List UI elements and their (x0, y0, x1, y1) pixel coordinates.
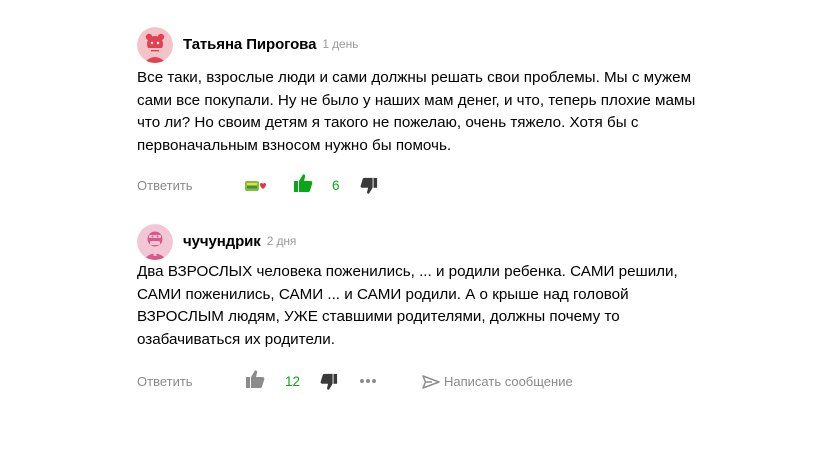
thumbs-down-icon[interactable] (358, 175, 380, 197)
reply-button[interactable]: Ответить (137, 374, 193, 389)
comment-text-line: озабачиваться их родители. (137, 330, 335, 348)
author-name[interactable]: Татьяна Пирогова 1 день (183, 36, 358, 53)
send-icon (422, 374, 440, 389)
comment-header: Татьяна Пирогова 1 день (137, 27, 697, 67)
comment-text-line: сами все покупали. Ну не было у наших ма… (137, 91, 696, 109)
author-name-text[interactable]: Татьяна Пирогова (183, 36, 316, 53)
author-name[interactable]: чучундрик 2 дня (183, 233, 296, 250)
comment-text: Все таки, взрослые люди и сами должны ре… (137, 67, 697, 157)
author-name-text[interactable]: чучундрик (183, 233, 261, 250)
comment-text: Два ВЗРОСЛЫХ человека поженились, ... и … (137, 261, 697, 351)
send-message-button[interactable]: Написать сообщение (422, 374, 573, 389)
reactions-icon[interactable] (244, 175, 266, 197)
comment-text-line: Два ВЗРОСЛЫХ человека поженились, ... и … (137, 263, 678, 280)
like-count: 6 (332, 178, 340, 193)
comment-2: чучундрик 2 дня Два ВЗРОСЛЫХ человека пож… (137, 224, 697, 390)
comment-actions: Ответить 12 Написать сообщение (137, 370, 697, 394)
avatar-image (137, 27, 173, 63)
avatar[interactable] (137, 27, 173, 63)
comment-header: чучундрик 2 дня (137, 224, 697, 264)
avatar[interactable] (137, 224, 173, 260)
avatar-image (137, 224, 173, 260)
comment-1: Татьяна Пирогова 1 день Все таки, взрослы… (137, 27, 697, 194)
comment-text-line: Все таки, взрослые люди и сами должны ре… (137, 69, 692, 86)
thumbs-up-icon[interactable] (244, 368, 266, 390)
reply-button[interactable]: Ответить (137, 178, 193, 193)
more-icon[interactable] (357, 370, 379, 392)
comment-text-line: что ли? Но своим детям я такого не пожел… (137, 114, 639, 131)
send-message-label: Написать сообщение (444, 374, 573, 389)
timestamp: 1 день (322, 37, 359, 51)
comment-text-line: САМИ поженились, САМИ ... и САМИ родили.… (137, 285, 629, 303)
timestamp: 2 дня (266, 234, 297, 248)
thumbs-down-icon[interactable] (318, 371, 340, 393)
thumbs-up-icon[interactable] (292, 172, 314, 194)
comment-text-line: ВЗРОСЛЫМ людям, УЖЕ ставшими родителями,… (137, 308, 620, 325)
like-count: 12 (285, 374, 301, 389)
comment-text-line: первоначальным взносом нужно бы помочь. (137, 136, 452, 154)
